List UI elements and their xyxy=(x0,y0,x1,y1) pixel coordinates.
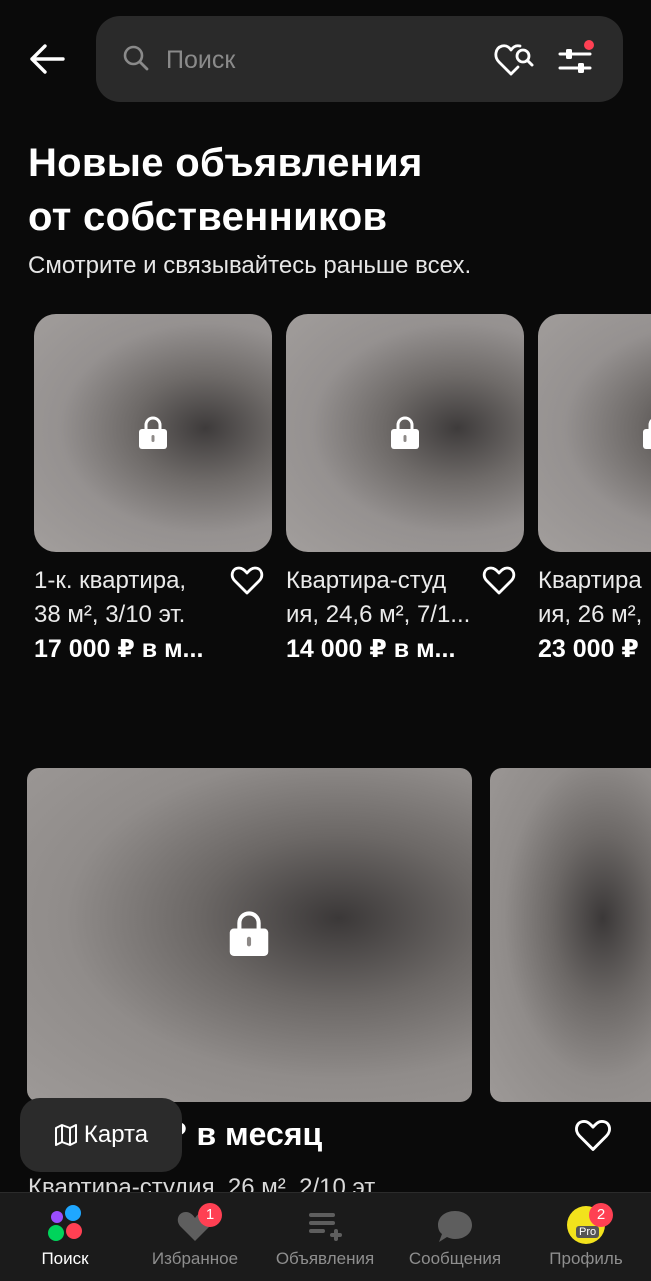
listing-price: 14 000 ₽ в м... xyxy=(286,635,456,663)
lock-icon xyxy=(139,416,167,449)
chat-bubble-icon xyxy=(438,1211,472,1242)
listing-title-line1: 1-к. квартира, xyxy=(34,567,187,594)
nav-label: Поиск xyxy=(41,1249,89,1268)
listing-card[interactable]: 1-к. квартира, 38 м², 3/10 эт. 17 000 ₽ … xyxy=(34,314,272,663)
listing-price: 23 000 ₽ xyxy=(538,635,639,663)
listing-price: 17 000 ₽ в м... xyxy=(34,635,204,663)
app-logo-icon xyxy=(48,1205,82,1241)
nav-profile[interactable]: Pro 2 Профиль xyxy=(521,1193,651,1281)
search-icon xyxy=(123,45,149,71)
nav-search[interactable]: Поиск xyxy=(0,1193,130,1281)
map-button-label: Карта xyxy=(83,1121,149,1148)
listing-photo[interactable] xyxy=(538,314,651,552)
search-bar[interactable]: Поиск xyxy=(96,16,623,102)
listing-title[interactable]: Квартира ия, 26 м², xyxy=(538,564,651,632)
nav-favorites[interactable]: 1 Избранное xyxy=(130,1193,260,1281)
back-button[interactable] xyxy=(22,36,72,82)
section-subtitle: Смотрите и связывайтесь раньше всех. xyxy=(28,252,472,279)
add-listing-icon xyxy=(309,1213,342,1241)
heart-icon[interactable] xyxy=(482,565,516,597)
listing-title-line2: ия, 26 м², xyxy=(538,601,643,628)
section-title: Новые объявления от собственников xyxy=(28,136,628,244)
map-icon xyxy=(54,1124,77,1146)
listing-photo-next[interactable] xyxy=(490,768,651,1102)
listing-card[interactable]: Квартира-студ ия, 24,6 м², 7/1... 14 000… xyxy=(286,314,524,663)
nav-label: Сообщения xyxy=(408,1249,502,1268)
favorites-badge: 1 xyxy=(198,1203,222,1227)
filters-button[interactable] xyxy=(556,38,600,82)
arrow-left-icon xyxy=(30,44,65,74)
nav-messages[interactable]: Сообщения xyxy=(390,1193,520,1281)
nav-label: Избранное xyxy=(151,1249,239,1268)
filters-indicator-dot xyxy=(584,40,594,50)
nav-ads[interactable]: Объявления xyxy=(260,1193,390,1281)
listing-title[interactable]: Квартира-студ ия, 24,6 м², 7/1... xyxy=(286,564,482,632)
top-bar: Поиск xyxy=(0,0,651,120)
section-title-line1: Новые объявления xyxy=(28,141,423,185)
listing-title-line2: ия, 24,6 м², 7/1... xyxy=(286,601,471,628)
section-title-line2: от собственников xyxy=(28,195,388,239)
saved-search-icon[interactable] xyxy=(494,40,536,80)
listing-title-line1: Квартира-студ xyxy=(286,567,447,594)
nav-label: Профиль xyxy=(549,1249,623,1268)
bottom-navigation: Поиск 1 Избранное Объявления Сообщения P… xyxy=(0,1192,651,1281)
listing-photo-large[interactable] xyxy=(27,768,472,1102)
listing-photo[interactable] xyxy=(286,314,524,552)
avatar-pro-label: Pro xyxy=(576,1226,600,1238)
lock-icon xyxy=(229,911,269,956)
listing-title-line2: 38 м², 3/10 эт. xyxy=(34,601,186,628)
listing-title[interactable]: 1-к. квартира, 38 м², 3/10 эт. xyxy=(34,564,230,632)
listing-card[interactable]: Квартира ия, 26 м², 23 000 ₽ xyxy=(538,314,651,674)
listing-title-line1: Квартира xyxy=(538,567,642,594)
heart-icon[interactable] xyxy=(230,565,264,597)
lock-icon xyxy=(391,416,419,449)
lock-icon xyxy=(643,419,651,449)
map-button[interactable]: Карта xyxy=(20,1098,182,1172)
listing-photo[interactable] xyxy=(34,314,272,552)
search-input[interactable]: Поиск xyxy=(166,46,235,75)
listing-price-large: ? в месяц xyxy=(168,1116,323,1152)
nav-label: Объявления xyxy=(275,1249,375,1268)
heart-icon[interactable] xyxy=(574,1118,612,1154)
profile-badge: 2 xyxy=(589,1203,613,1227)
